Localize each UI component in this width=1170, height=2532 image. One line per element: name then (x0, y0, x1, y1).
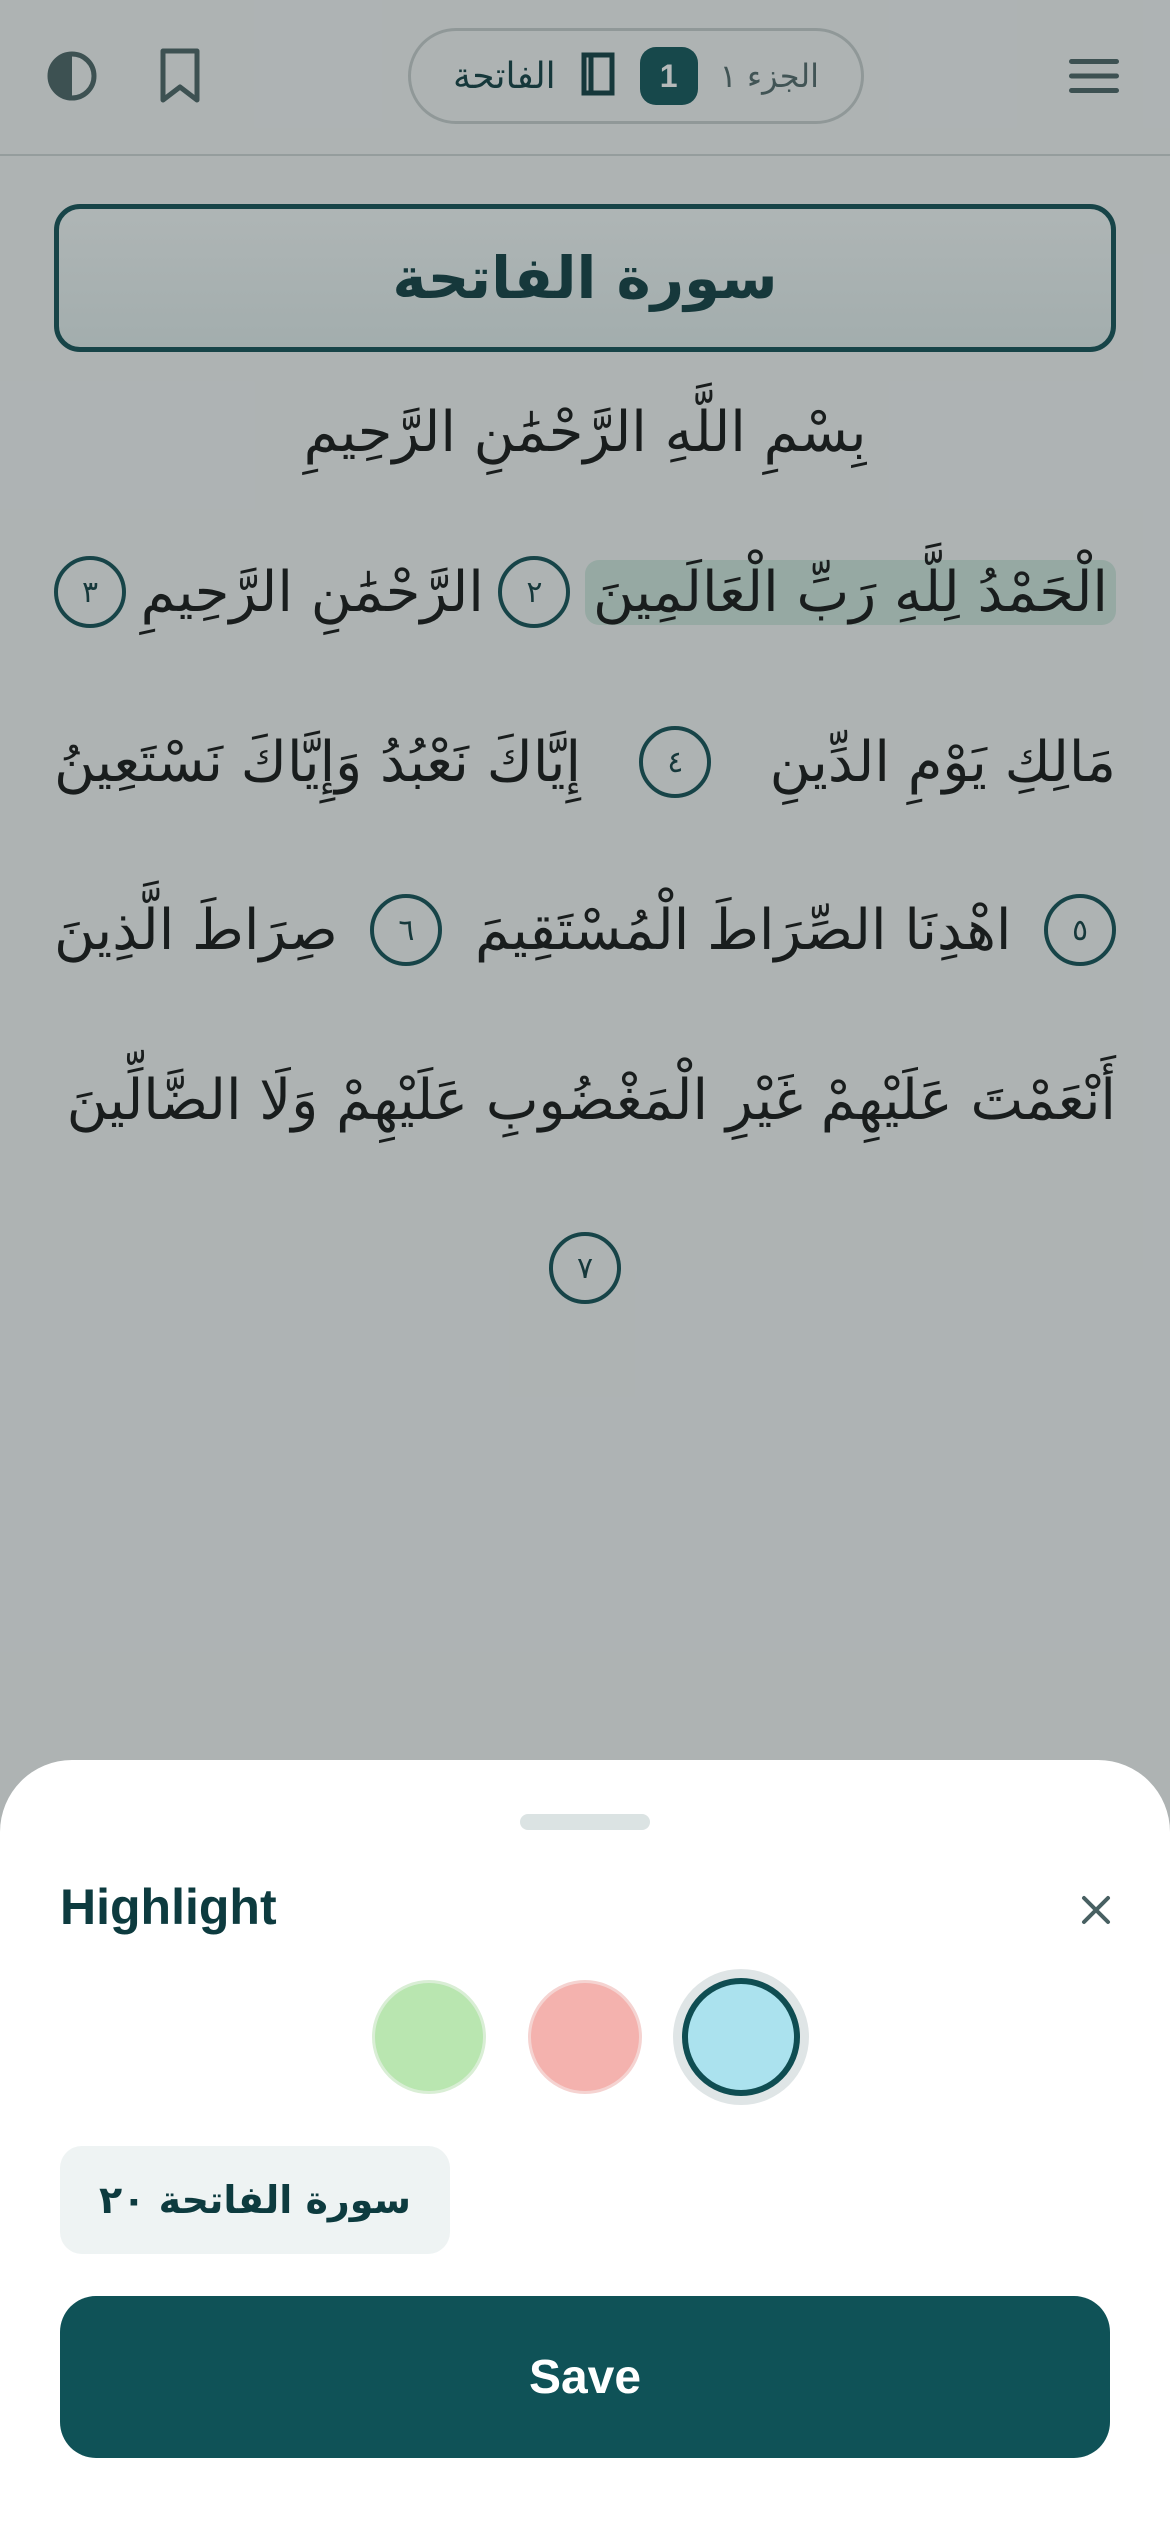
close-button[interactable] (1070, 1884, 1122, 1936)
sheet-title: Highlight (60, 1879, 277, 1935)
color-swatch-green[interactable] (372, 1980, 486, 2094)
highlight-sheet: Highlight سورة الفاتحة ٢٠ Save (0, 1760, 1170, 2532)
verse-reference-chip[interactable]: سورة الفاتحة ٢٠ (60, 2146, 450, 2254)
sheet-grabber[interactable] (520, 1814, 650, 1830)
save-button[interactable]: Save (60, 2296, 1110, 2458)
close-icon (1082, 1896, 1110, 1924)
color-swatch-blue-selected[interactable] (682, 1978, 800, 2096)
color-swatch-red[interactable] (528, 1980, 642, 2094)
